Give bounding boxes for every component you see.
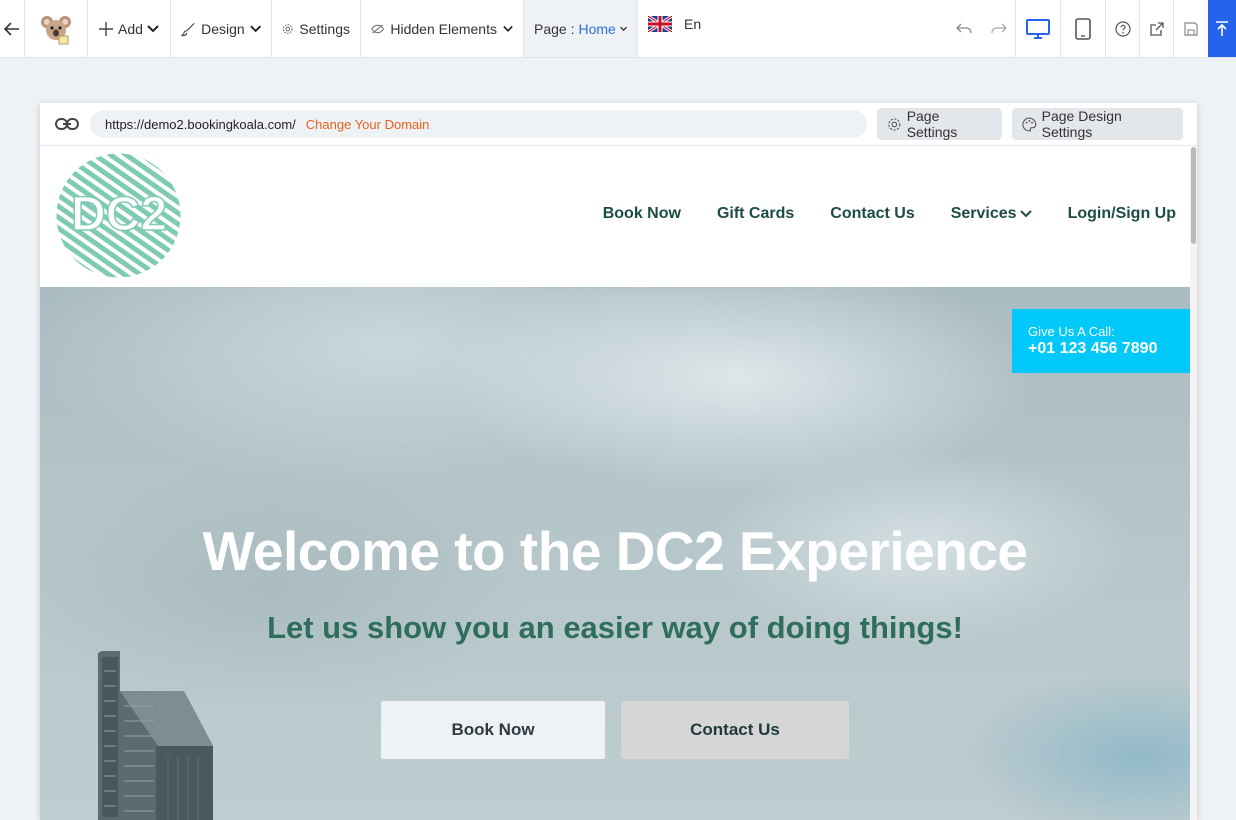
language-selector[interactable]: En [638, 0, 711, 57]
hidden-elements-menu[interactable]: Hidden Elements [361, 0, 524, 57]
save-button[interactable] [1174, 0, 1208, 57]
desktop-view-button[interactable] [1016, 0, 1061, 57]
call-box[interactable]: Give Us A Call: +01 123 456 7890 [1012, 309, 1190, 373]
add-label: Add [118, 20, 143, 37]
add-menu[interactable]: Add [88, 0, 171, 57]
undo-icon [956, 23, 972, 33]
design-label: Design [201, 20, 245, 37]
back-arrow-icon [4, 21, 19, 36]
desktop-icon [1026, 18, 1050, 39]
publish-icon [1216, 20, 1228, 36]
page-settings-label: Page Settings [906, 108, 958, 140]
koala-logo[interactable] [25, 0, 88, 57]
page-value: Home [578, 20, 616, 37]
chevron-down-icon [503, 25, 513, 32]
site-header: DC2 Book Now Gift Cards Contact Us Servi… [40, 147, 1190, 287]
editor-toolbar: Add Design Settings Hidden Elements Page… [0, 0, 1236, 58]
chevron-down-icon [249, 25, 261, 32]
hero-contact-us-button[interactable]: Contact Us [621, 701, 849, 759]
url-field: https://demo2.bookingkoala.com/ Change Y… [90, 110, 867, 138]
gear-icon [888, 117, 901, 131]
site-url: https://demo2.bookingkoala.com/ [105, 116, 296, 132]
chevron-down-icon [147, 24, 159, 32]
settings-button[interactable]: Settings [272, 0, 361, 57]
publish-button[interactable] [1208, 0, 1236, 57]
hero-title: Welcome to the DC2 Experience [202, 520, 1028, 582]
hero-subtitle: Let us show you an easier way of doing t… [267, 610, 963, 645]
redo-button[interactable] [982, 0, 1016, 57]
chevron-down-icon [620, 26, 627, 31]
uk-flag-icon [648, 16, 672, 32]
editor-canvas: https://demo2.bookingkoala.com/ Change Y… [40, 103, 1197, 820]
page-settings-button[interactable]: Page Settings [877, 108, 1002, 140]
site-logo[interactable]: DC2 [55, 152, 182, 279]
scrollbar[interactable] [1190, 147, 1197, 820]
plus-icon [99, 21, 113, 36]
change-domain-link[interactable]: Change Your Domain [306, 117, 430, 132]
tablet-view-button[interactable] [1061, 0, 1106, 57]
palette-icon [1022, 117, 1037, 131]
hero-section: Give Us A Call: +01 123 456 7890 Welcome… [40, 287, 1190, 820]
svg-text:DC2: DC2 [71, 188, 167, 241]
building-image [98, 651, 213, 820]
language-label: En [684, 16, 702, 32]
koala-logo-icon [41, 15, 71, 44]
call-label: Give Us A Call: [1028, 324, 1115, 339]
nav-services-label: Services [950, 205, 1017, 222]
hidden-elements-label: Hidden Elements [390, 20, 497, 37]
undo-button[interactable] [946, 0, 982, 57]
redo-icon [990, 23, 1007, 33]
preview-external-button[interactable] [1140, 0, 1174, 57]
settings-label: Settings [299, 20, 350, 37]
scrollbar-thumb[interactable] [1191, 147, 1196, 244]
chevron-down-icon [1019, 210, 1032, 218]
page-selector[interactable]: Page : Home [524, 0, 638, 57]
brush-icon [181, 22, 195, 36]
nav-services[interactable]: Services [951, 205, 1032, 223]
page-design-settings-button[interactable]: Page Design Settings [1012, 108, 1183, 140]
page-design-settings-label: Page Design Settings [1041, 108, 1122, 140]
help-icon [1114, 20, 1131, 37]
back-button[interactable] [0, 0, 25, 57]
domain-bar: https://demo2.bookingkoala.com/ Change Y… [40, 103, 1197, 146]
tablet-icon [1075, 17, 1091, 40]
help-button[interactable] [1106, 0, 1140, 57]
save-icon [1184, 21, 1198, 36]
nav-login-signup[interactable]: Login/Sign Up [1068, 205, 1176, 223]
call-number: +01 123 456 7890 [1028, 340, 1158, 357]
site-nav: Book Now Gift Cards Contact Us Services … [603, 205, 1176, 223]
hero-book-now-button[interactable]: Book Now [381, 701, 605, 759]
page-label: Page : [534, 20, 575, 37]
external-link-icon [1149, 21, 1164, 36]
nav-gift-cards[interactable]: Gift Cards [717, 205, 794, 223]
gear-icon [282, 23, 293, 34]
nav-book-now[interactable]: Book Now [603, 205, 681, 223]
link-icon [55, 118, 79, 130]
nav-contact-us[interactable]: Contact Us [830, 205, 914, 223]
eye-slash-icon [371, 23, 385, 34]
design-menu[interactable]: Design [171, 0, 272, 57]
